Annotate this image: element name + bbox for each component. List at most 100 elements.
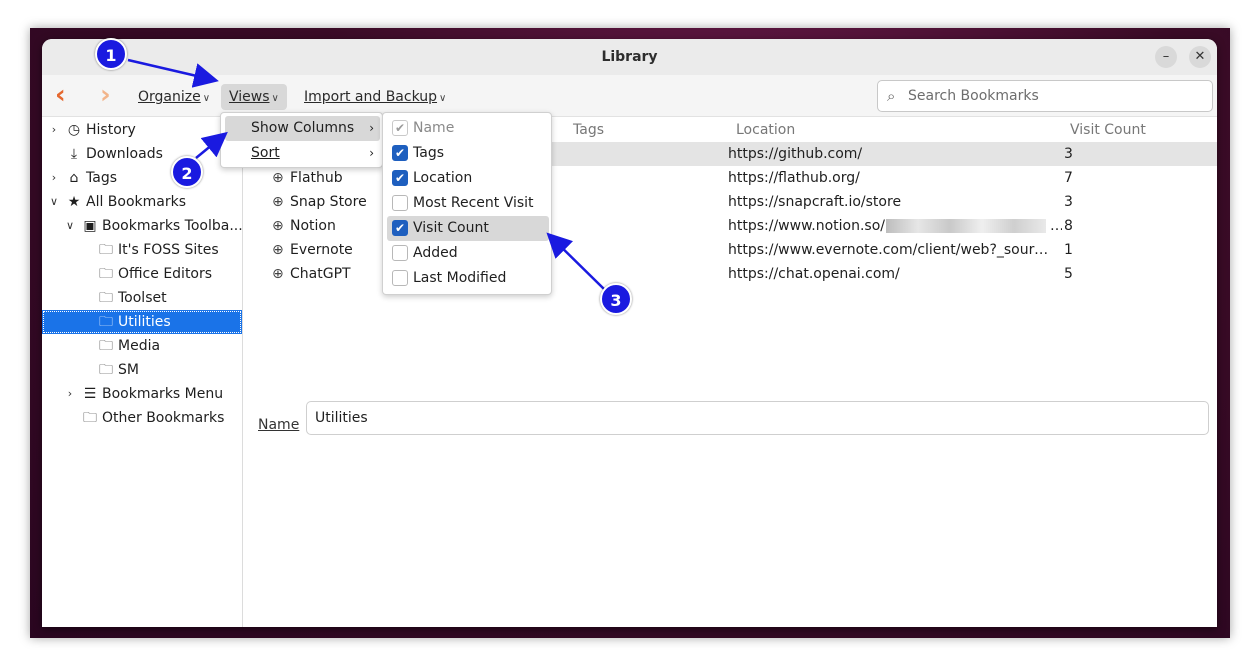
menu-item-label: Tags <box>413 145 444 161</box>
sidebar-item-label: It's FOSS Sites <box>118 242 219 258</box>
back-button[interactable]: ‹ <box>55 82 66 108</box>
bookmark-location: https://snapcraft.io/store <box>728 194 902 210</box>
sidebar-item-bookmarks-toolbar[interactable]: ∨ ▣ Bookmarks Toolba... <box>42 214 242 238</box>
sidebar-item-folder[interactable]: 🗀 Office Editors <box>42 262 242 286</box>
sidebar-item-label: Media <box>118 338 161 354</box>
column-toggle-added[interactable]: Added <box>387 241 549 266</box>
column-toggle-location[interactable]: ✔ Location <box>387 166 549 191</box>
bookmark-visit-count: 1 <box>1064 242 1073 258</box>
organize-menu[interactable]: Organize ∨ <box>130 84 218 110</box>
name-field[interactable]: Utilities <box>306 401 1209 435</box>
name-field-label: Name <box>258 417 300 433</box>
sidebar-item-folder[interactable]: 🗀 It's FOSS Sites <box>42 238 242 262</box>
views-menu[interactable]: Views ∨ <box>221 84 287 110</box>
chevron-right-icon: › <box>369 121 374 135</box>
menu-item-label: Visit Count <box>413 220 489 236</box>
menu-item-label: Added <box>413 245 458 261</box>
sidebar-item-label: Tags <box>86 170 117 186</box>
bookmark-location: https://github.com/ <box>728 146 863 162</box>
sidebar-item-other-bookmarks[interactable]: 🗀 Other Bookmarks <box>42 406 242 430</box>
sidebar-item-folder[interactable]: 🗀 SM <box>42 358 242 382</box>
library-window: Library – ✕ ‹ › Organize ∨ Views ∨ Import … <box>42 39 1217 627</box>
bookmark-location: https://chat.openai.com/ <box>728 266 900 282</box>
back-arrow-icon: ‹ <box>55 80 66 110</box>
folder-icon: 🗀 <box>99 362 113 378</box>
organize-label: Organize <box>138 89 201 105</box>
column-toggle-tags[interactable]: ✔ Tags <box>387 141 549 166</box>
bookmark-visit-count: 5 <box>1064 266 1073 282</box>
menu-item-label: Location <box>413 170 473 186</box>
toolbar: ‹ › Organize ∨ Views ∨ Import and Backup ∨ … <box>42 75 1217 117</box>
chevron-down-icon[interactable]: ∨ <box>48 190 60 214</box>
sidebar-item-label: All Bookmarks <box>86 194 187 210</box>
column-toggle-last-modified[interactable]: Last Modified <box>387 266 549 291</box>
chevron-right-icon[interactable]: › <box>64 382 76 406</box>
clock-icon: ◷ <box>67 122 81 138</box>
annotation-badge-2: 2 <box>171 156 203 188</box>
chevron-down-icon[interactable]: ∨ <box>64 214 76 238</box>
menu-item-sort[interactable]: Sort › <box>225 141 380 166</box>
sidebar-item-tags[interactable]: › ⌂ Tags <box>42 166 242 190</box>
minimize-icon: – <box>1162 49 1170 64</box>
column-toggle-visit-count[interactable]: ✔ Visit Count <box>387 216 549 241</box>
minimize-button[interactable]: – <box>1155 46 1177 68</box>
menu-item-label: Name <box>413 120 455 136</box>
forward-arrow-icon: › <box>100 80 111 110</box>
menu-item-label: Sort <box>251 145 280 161</box>
chevron-right-icon: › <box>369 146 374 160</box>
bookmark-visit-count: 7 <box>1064 170 1073 186</box>
sidebar-item-downloads[interactable]: ⤓ Downloads <box>42 142 242 166</box>
menu-item-label: Most Recent Visit <box>413 195 534 211</box>
annotation-badge-3: 3 <box>600 283 632 315</box>
sidebar-item-utilities[interactable]: 🗀 Utilities <box>42 310 242 334</box>
ellipsis-text: … <box>1050 214 1062 238</box>
bookmark-location: https://www.evernote.com/client/web?_sou… <box>728 242 1054 258</box>
column-header-tags[interactable]: Tags <box>573 118 604 142</box>
menu-item-label: Last Modified <box>413 270 507 286</box>
folder-icon: 🗀 <box>99 266 113 282</box>
sidebar-item-label: Office Editors <box>118 266 213 282</box>
bookmark-visit-count: 3 <box>1064 194 1073 210</box>
bookmarks-toolbar-icon: ▣ <box>83 218 97 234</box>
sidebar-item-history[interactable]: › ◷ History <box>42 118 242 142</box>
sidebar-item-all-bookmarks[interactable]: ∨ ★ All Bookmarks <box>42 190 242 214</box>
checkbox-unchecked <box>392 195 408 211</box>
menu-list-icon: ☰ <box>83 386 97 402</box>
download-icon: ⤓ <box>70 146 78 162</box>
globe-icon: ⊕ <box>272 194 284 210</box>
sidebar-item-bookmarks-menu[interactable]: › ☰ Bookmarks Menu <box>42 382 242 406</box>
folder-icon: 🗀 <box>99 290 113 306</box>
checkbox-checked: ✔ <box>392 220 408 236</box>
sidebar-item-folder[interactable]: 🗀 Media <box>42 334 242 358</box>
folder-icon: 🗀 <box>99 338 113 354</box>
chevron-right-icon[interactable]: › <box>48 166 60 190</box>
bookmark-visit-count: 3 <box>1064 146 1073 162</box>
blurred-url-region <box>886 219 1046 233</box>
close-button[interactable]: ✕ <box>1189 46 1211 68</box>
globe-icon: ⊕ <box>272 266 284 282</box>
sidebar-item-label: Utilities <box>118 314 171 330</box>
checkbox-checked-disabled: ✔ <box>392 120 408 136</box>
folder-icon: 🗀 <box>99 242 113 258</box>
import-backup-menu[interactable]: Import and Backup ∨ <box>296 84 454 110</box>
name-field-value: Utilities <box>315 410 368 426</box>
column-header-location[interactable]: Location <box>736 118 795 142</box>
folder-icon: 🗀 <box>83 410 97 426</box>
star-icon: ★ <box>67 194 81 210</box>
checkbox-checked: ✔ <box>392 170 408 186</box>
chevron-right-icon[interactable]: › <box>48 118 60 142</box>
sidebar-item-label: Bookmarks Menu <box>102 386 224 402</box>
column-toggle-name[interactable]: ✔ Name <box>387 116 549 141</box>
globe-icon: ⊕ <box>272 242 284 258</box>
menu-item-show-columns[interactable]: Show Columns › <box>225 116 380 141</box>
column-toggle-most-recent-visit[interactable]: Most Recent Visit <box>387 191 549 216</box>
forward-button[interactable]: › <box>100 82 111 108</box>
search-input[interactable]: ⌕ Search Bookmarks <box>877 80 1213 112</box>
search-icon: ⌕ <box>887 87 896 105</box>
close-icon: ✕ <box>1194 49 1206 64</box>
folder-icon: 🗀 <box>99 314 113 330</box>
sidebar-item-folder[interactable]: 🗀 Toolset <box>42 286 242 310</box>
views-label: Views <box>229 89 270 105</box>
column-header-visit-count[interactable]: Visit Count <box>1070 118 1146 142</box>
window-title: Library <box>601 49 658 65</box>
